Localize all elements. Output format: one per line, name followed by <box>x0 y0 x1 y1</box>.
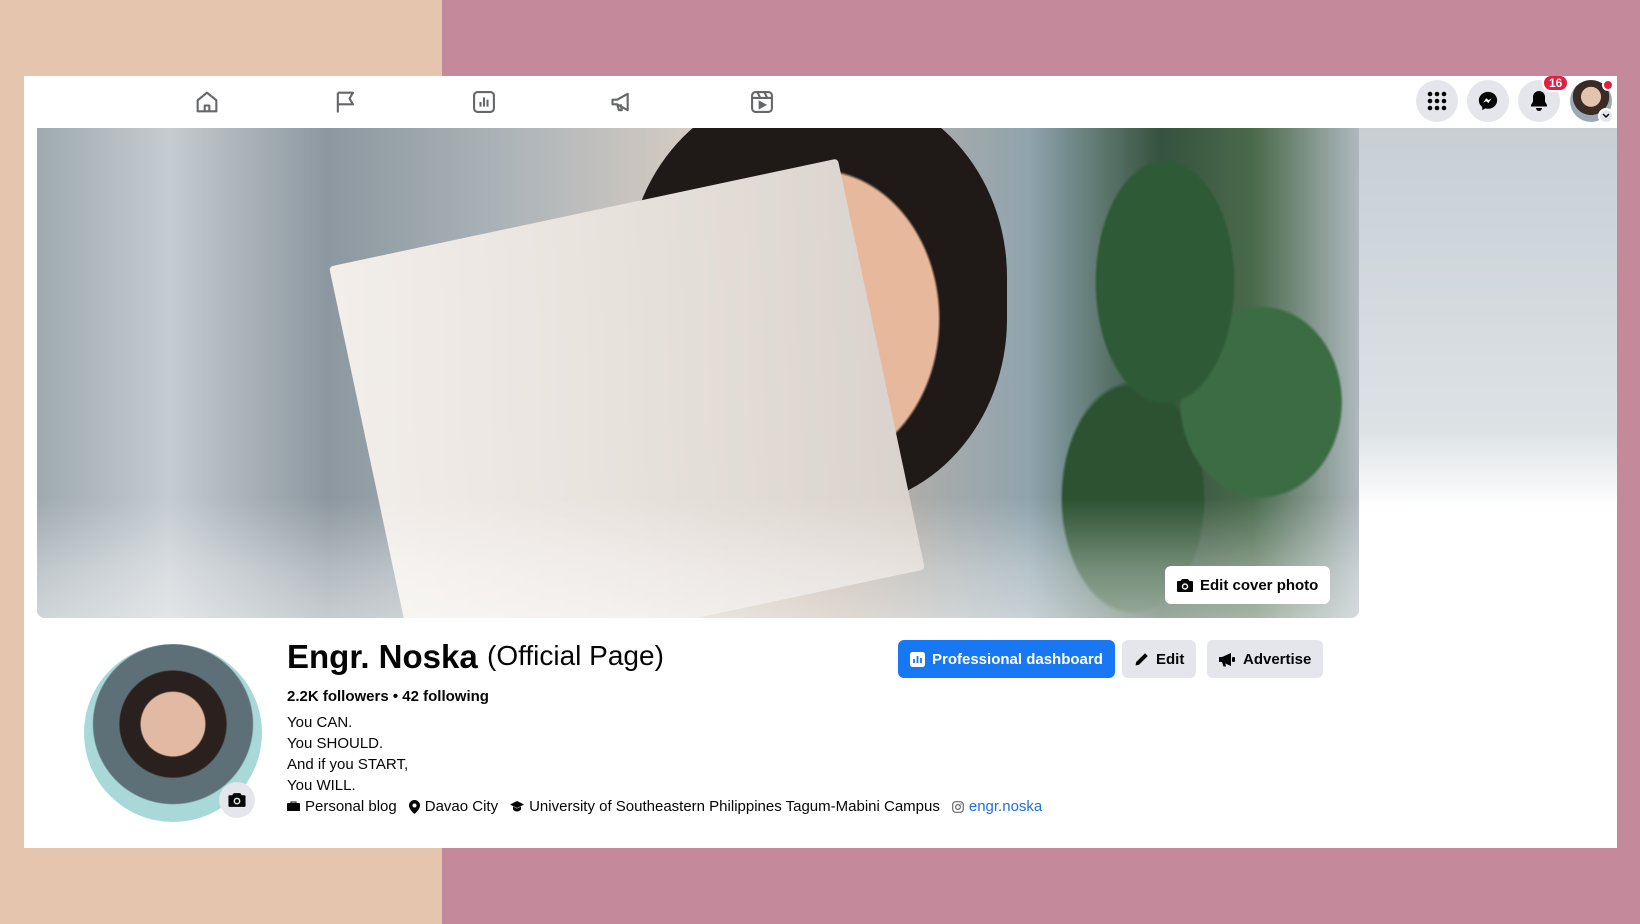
home-icon <box>196 91 218 113</box>
camera-icon <box>228 793 246 807</box>
education-label: University of Southeastern Philippines T… <box>529 798 940 815</box>
update-profile-picture-button[interactable] <box>219 782 255 818</box>
briefcase-icon <box>287 801 300 811</box>
tab-home[interactable] <box>182 82 232 122</box>
status-dot <box>1602 79 1614 91</box>
messenger-icon <box>1478 91 1498 111</box>
notification-count-badge: 16 <box>1542 76 1570 92</box>
dashboard-icon <box>910 651 925 667</box>
megaphone-icon <box>1219 652 1235 666</box>
flag-icon <box>336 91 355 113</box>
page-details: Personal blog Davao City University of S… <box>287 798 1054 815</box>
account-avatar[interactable] <box>1570 79 1614 124</box>
bio-line: And if you START, <box>287 756 409 773</box>
cover-fade-overlay <box>37 498 1359 618</box>
bell-icon <box>1531 91 1547 111</box>
instagram-link[interactable]: engr.noska <box>951 798 1042 815</box>
page-title-suffix: (Official Page) <box>487 640 664 671</box>
advertise-label: Advertise <box>1243 650 1312 668</box>
page-bio: You CAN. You SHOULD. And if you START, Y… <box>287 712 408 796</box>
messenger-button[interactable] <box>1467 80 1509 122</box>
insights-icon <box>473 91 495 113</box>
professional-dashboard-label: Professional dashboard <box>932 650 1103 668</box>
bio-line: You WILL. <box>287 777 356 794</box>
location-detail: Davao City <box>408 798 499 815</box>
pencil-icon <box>1135 652 1148 665</box>
facebook-page-window: 16 Edit cover photo Engr. Noska (Officia… <box>24 76 1617 848</box>
edit-label: Edit <box>1156 650 1185 668</box>
edit-cover-photo-button[interactable]: Edit cover photo <box>1165 566 1331 604</box>
advertise-button[interactable]: Advertise <box>1207 640 1324 678</box>
tab-reels[interactable] <box>737 82 787 122</box>
reels-icon <box>751 91 773 113</box>
cover-photo <box>37 128 1359 618</box>
edit-cover-photo-label: Edit cover photo <box>1200 576 1319 594</box>
graduation-cap-icon <box>510 801 525 812</box>
cover-side-backdrop <box>1359 128 1617 508</box>
tab-pages[interactable] <box>321 82 371 122</box>
page-title: Engr. Noska <box>287 638 478 675</box>
category-detail: Personal blog <box>287 798 397 815</box>
professional-dashboard-button[interactable]: Professional dashboard <box>898 640 1115 678</box>
location-label: Davao City <box>424 798 499 815</box>
instagram-icon <box>951 800 964 813</box>
top-navigation: 16 <box>24 76 1617 128</box>
edit-page-button[interactable]: Edit <box>1122 640 1197 678</box>
instagram-handle[interactable]: engr.noska <box>969 798 1042 815</box>
tab-ads[interactable] <box>598 82 648 122</box>
camera-icon <box>1177 578 1193 592</box>
bio-line: You CAN. <box>287 714 353 731</box>
notifications-button[interactable]: 16 <box>1518 76 1570 122</box>
grid-menu-icon <box>1427 91 1447 111</box>
megaphone-icon <box>611 92 629 112</box>
location-pin-icon <box>408 799 420 814</box>
follower-count[interactable]: 2.2K followers • 42 following <box>287 688 489 705</box>
menu-button[interactable] <box>1416 80 1458 122</box>
category-label: Personal blog <box>305 798 397 815</box>
tab-insights[interactable] <box>459 82 509 122</box>
chevron-down-icon <box>1598 108 1614 124</box>
education-detail: University of Southeastern Philippines T… <box>510 798 940 815</box>
bio-line: You SHOULD. <box>287 735 384 752</box>
